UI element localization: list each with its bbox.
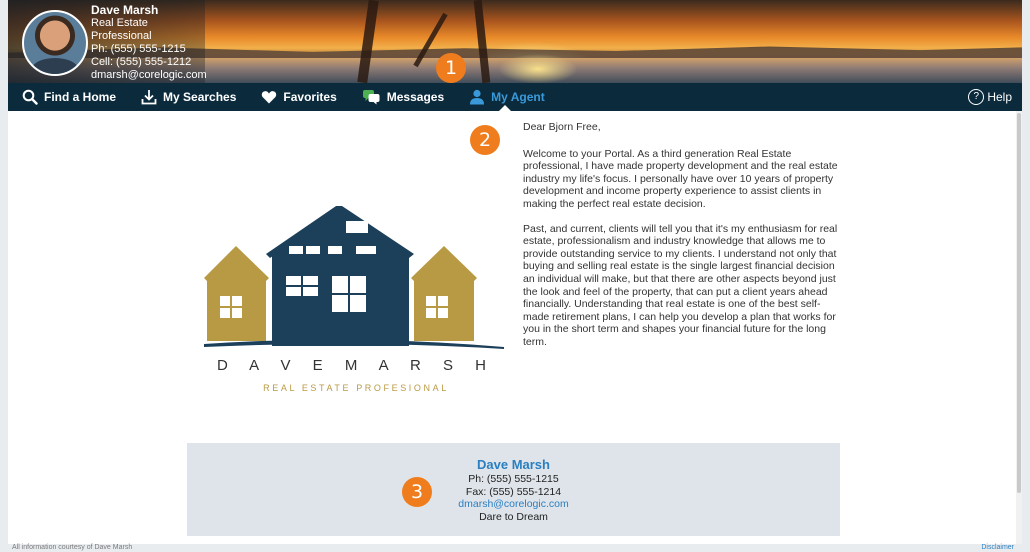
banner-sun-reflection [498,54,578,83]
logo-name: D A V E M A R S H [217,357,495,374]
scrollbar-thumb[interactable] [1017,113,1021,493]
nav-label: My Searches [163,90,237,104]
letter-paragraph: Past, and current, clients will tell you… [523,222,838,348]
heart-icon [262,91,277,104]
agent-avatar [22,10,88,76]
download-icon [141,90,157,105]
footer-credit: All information courtesy of Dave Marsh [12,544,133,551]
agent-logo: D A V E M A R S H REAL ESTATE PROFESIONA… [204,206,504,393]
agent-email[interactable]: dmarsh@corelogic.com [91,69,207,82]
agent-letter: Dear Bjorn Free, Welcome to your Portal.… [523,121,838,361]
main-nav: Find a Home My Searches Favorites Messag… [8,83,1022,111]
vertical-scrollbar[interactable] [1016,111,1022,544]
contact-card: Dave Marsh Ph: (555) 555-1215 Fax: (555)… [187,443,840,536]
page-footer: All information courtesy of Dave Marsh D… [8,544,1022,552]
contact-email-link[interactable]: dmarsh@corelogic.com [187,498,840,511]
help-button[interactable]: ? Help [968,89,1022,105]
search-icon [22,89,38,105]
contact-slogan: Dare to Dream [479,510,548,523]
help-icon: ? [968,89,985,105]
contact-name: Dave Marsh [477,457,550,472]
nav-favorites[interactable]: Favorites [247,83,347,111]
messages-icon [362,90,380,105]
callout-badge: 3 [402,477,432,507]
logo-tagline: REAL ESTATE PROFESIONAL [263,383,449,393]
nav-label: My Agent [491,90,545,104]
agent-title: Real Estate Professional [91,17,152,42]
nav-my-agent[interactable]: My Agent [455,83,556,111]
nav-label: Find a Home [44,90,117,104]
nav-label: Messages [386,90,445,104]
nav-find-a-home[interactable]: Find a Home [8,83,127,111]
agent-cell: Cell: (555) 555-1212 [91,56,192,68]
agent-phone: Ph: (555) 555-1215 [91,43,186,55]
nav-my-searches[interactable]: My Searches [127,83,247,111]
nav-messages[interactable]: Messages [348,83,455,111]
callout-badge: 1 [436,53,466,83]
agent-info: Dave Marsh Real Estate Professional Ph: … [91,4,207,82]
person-icon [470,89,485,105]
agent-name: Dave Marsh [91,3,159,17]
disclaimer-link[interactable]: Disclaimer [981,544,1014,552]
contact-fax: Fax: (555) 555-1214 [465,485,562,498]
help-label: Help [987,90,1012,104]
nav-label: Favorites [283,90,337,104]
callout-badge: 2 [470,125,500,155]
contact-phone: Ph: (555) 555-1215 [468,473,559,485]
main-content: D A V E M A R S H REAL ESTATE PROFESIONA… [8,111,1022,544]
letter-paragraph: Welcome to your Portal. As a third gener… [523,147,838,210]
letter-greeting: Dear Bjorn Free, [523,121,601,133]
agent-card: Dave Marsh Real Estate Professional Ph: … [8,0,207,83]
